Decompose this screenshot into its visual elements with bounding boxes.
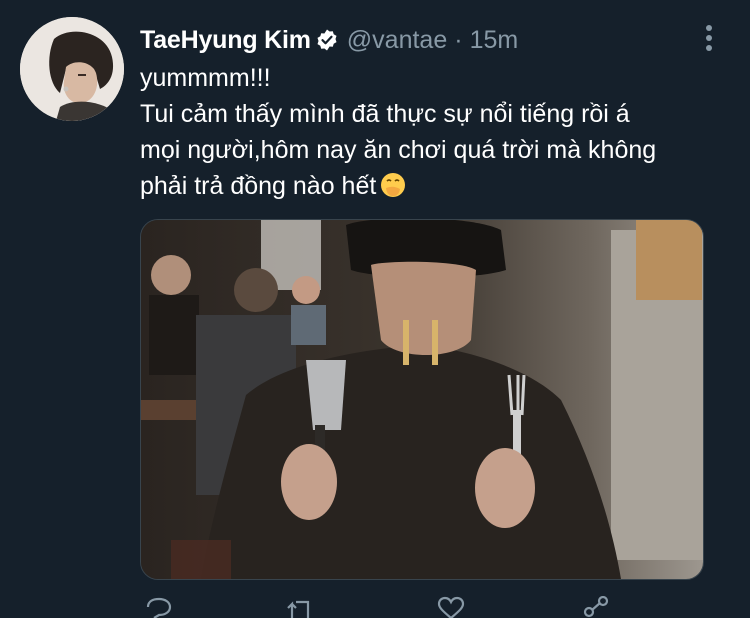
avatar-image	[20, 17, 124, 121]
tweet-text-line-4-row: phải trả đồng nào hết	[140, 168, 740, 204]
retweet-icon[interactable]	[286, 596, 316, 618]
tweet-text-line-4: phải trả đồng nào hết	[140, 172, 377, 200]
face-with-hand-over-mouth-icon	[381, 173, 406, 197]
like-icon[interactable]	[436, 596, 466, 618]
tweet-card[interactable]: TaeHyung Kim @vantae · 15m yummmm!!! Tui…	[0, 0, 750, 618]
photo-image	[141, 220, 703, 579]
verified-icon	[317, 29, 337, 51]
share-icon[interactable]	[581, 596, 611, 618]
tweet-actions	[140, 596, 700, 618]
tweet-header: TaeHyung Kim @vantae · 15m	[140, 20, 518, 60]
reply-icon[interactable]	[144, 596, 174, 618]
separator-dot: ·	[454, 25, 463, 54]
avatar[interactable]	[20, 17, 124, 121]
tweet-text-line-1: yummmm!!!	[140, 64, 271, 92]
tweet-timestamp[interactable]: 15m	[470, 26, 519, 55]
tweet-text-line-3: mọi người,hôm nay ăn chơi quá trời mà kh…	[140, 136, 657, 164]
author-handle[interactable]: @vantae	[347, 26, 447, 55]
tweet-text: yummmm!!! Tui cảm thấy mình đã thực sự n…	[140, 60, 740, 204]
tweet-photo[interactable]	[140, 219, 704, 580]
tweet-text-line-2: Tui cảm thấy mình đã thực sự nổi tiếng r…	[140, 100, 630, 128]
more-options-icon[interactable]	[700, 22, 718, 56]
author-name[interactable]: TaeHyung Kim	[140, 26, 311, 55]
